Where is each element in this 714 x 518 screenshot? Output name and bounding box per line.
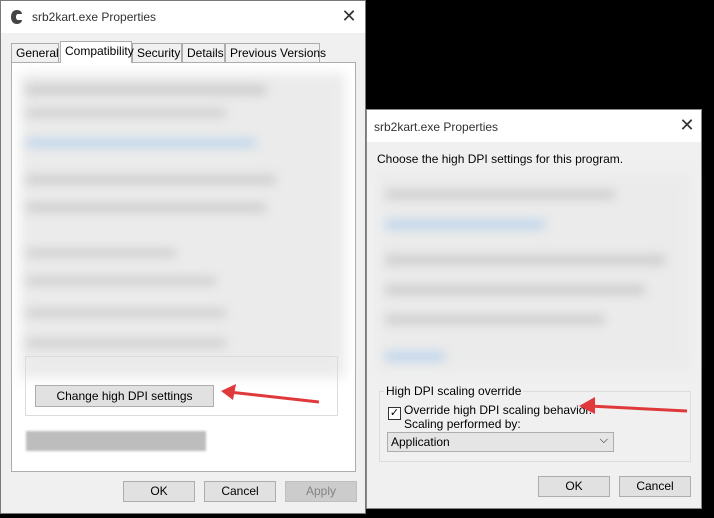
scaling-performed-select[interactable]: Application ⌵ [387,432,614,452]
blurred-text [26,85,266,95]
apply-button[interactable]: Apply [285,481,357,502]
title-bar[interactable]: srb2kart.exe Properties ✕ [367,110,701,142]
ok-button[interactable]: OK [123,481,195,502]
group-title: High DPI scaling override [384,384,524,398]
blurred-link [26,139,256,147]
cancel-button[interactable]: Cancel [619,476,691,497]
compatibility-panel: Change high DPI settings [11,62,356,472]
blurred-content [379,172,691,372]
close-icon[interactable]: ✕ [337,5,361,29]
blurred-text [385,190,615,199]
chevron-down-icon: ⌵ [599,434,608,446]
ok-button[interactable]: OK [538,476,610,497]
intro-text: Choose the high DPI settings for this pr… [377,152,624,166]
annotation-arrow-icon [221,384,320,404]
blurred-text [26,277,216,285]
tab-compatibility[interactable]: Compatibility [60,41,134,63]
window-title: srb2kart.exe Properties [32,10,157,24]
blurred-text [26,203,266,212]
blurred-text [26,339,226,347]
scaling-selected-value: Application [391,435,450,449]
blurred-link [385,352,445,361]
blurred-text [26,309,226,317]
dpi-settings-dialog: srb2kart.exe Properties ✕ Choose the hig… [366,109,702,509]
blurred-text [26,175,276,184]
blurred-content [20,73,345,378]
tab-general[interactable]: General [11,43,59,62]
tab-details[interactable]: Details [182,43,225,62]
annotation-arrow-icon [579,397,688,414]
tab-previous-versions[interactable]: Previous Versions [225,43,326,62]
cancel-button[interactable]: Cancel [204,481,276,502]
properties-dialog-main: srb2kart.exe Properties ✕ General Compat… [0,0,366,514]
override-checkbox-label[interactable]: Override high DPI scaling behavior. [404,403,592,417]
blurred-link [385,220,545,229]
blurred-text [26,249,176,257]
close-icon[interactable]: ✕ [675,114,699,138]
override-checkbox[interactable]: ✓ [388,407,401,420]
blurred-text [385,285,645,295]
app-icon [11,10,22,24]
blurred-button [26,431,206,451]
check-icon: ✓ [389,407,400,419]
tab-security[interactable]: Security [132,43,182,62]
scaling-performed-label: Scaling performed by: [404,417,521,431]
blurred-text [385,255,665,265]
title-bar[interactable]: srb2kart.exe Properties ✕ [1,1,365,33]
blurred-text [26,109,226,117]
change-dpi-settings-button[interactable]: Change high DPI settings [35,385,214,407]
window-title: srb2kart.exe Properties [374,120,499,134]
blurred-text [385,315,605,324]
